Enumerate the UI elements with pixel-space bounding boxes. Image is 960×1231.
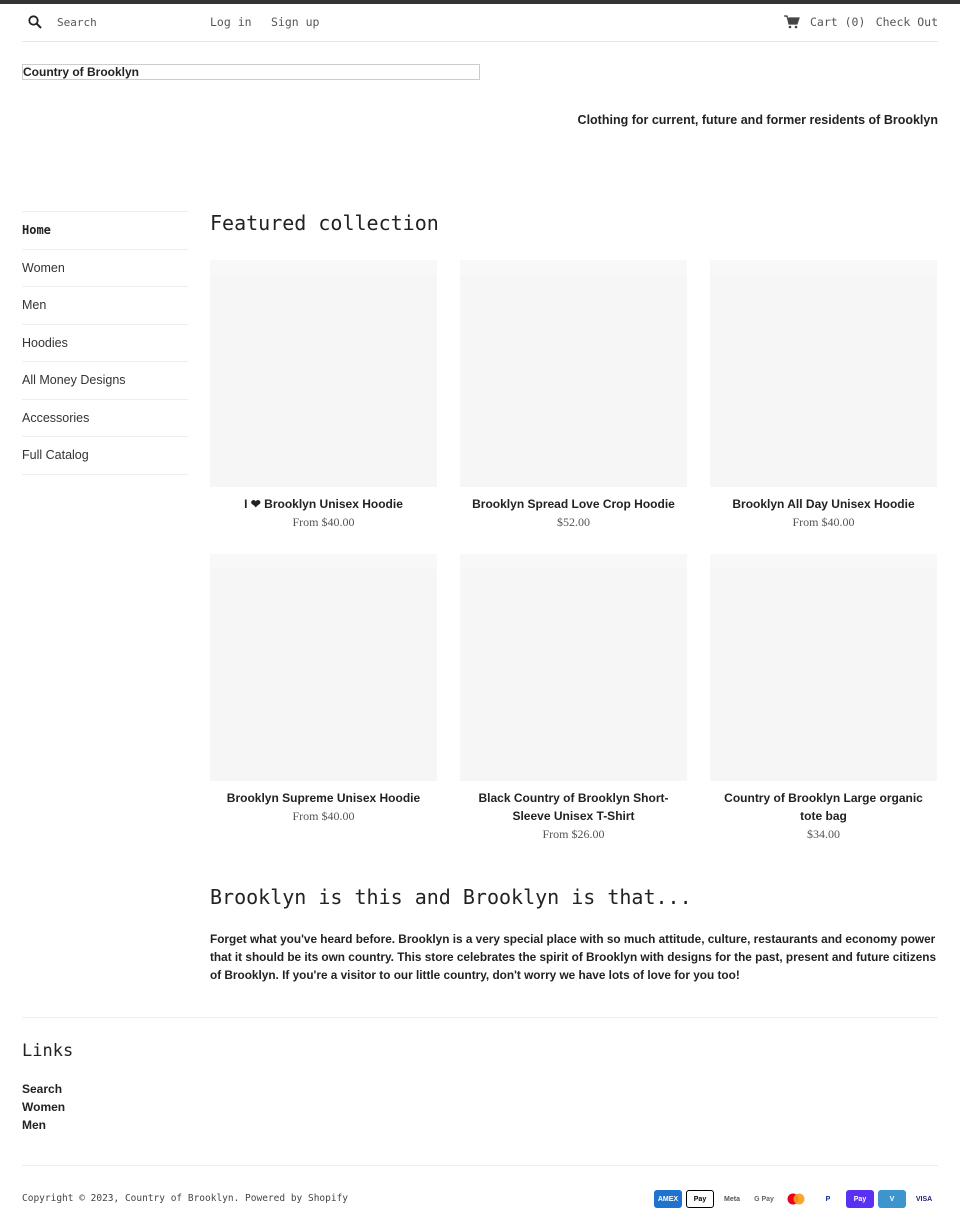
search-icon[interactable] — [28, 15, 42, 29]
product-image[interactable] — [460, 554, 687, 781]
sidebar-item-all-money-designs[interactable]: All Money Designs — [22, 362, 188, 400]
payment-icons: AMEX Pay Meta G Pay P Pay V VISA — [654, 1190, 938, 1208]
footer-links-heading: Links — [22, 1041, 74, 1061]
product-image[interactable] — [710, 260, 937, 487]
product-title[interactable]: Brooklyn All Day Unisex Hoodie — [710, 495, 937, 513]
product-card[interactable]: Country of Brooklyn Large organic tote b… — [710, 554, 937, 843]
footer-link-men[interactable]: Men — [22, 1116, 65, 1134]
search-input[interactable] — [57, 11, 197, 33]
site-header: Log in Sign up Cart (0) Check Out — [22, 4, 938, 42]
product-image[interactable] — [210, 554, 437, 781]
store-logo[interactable]: Country of Brooklyn — [22, 64, 480, 80]
visa-icon: VISA — [910, 1190, 938, 1208]
product-price: From $40.00 — [292, 809, 355, 823]
product-title[interactable]: Brooklyn Supreme Unisex Hoodie — [210, 789, 437, 807]
product-card[interactable]: Black Country of Brooklyn Short-Sleeve U… — [460, 554, 687, 843]
footer-divider — [22, 1165, 938, 1166]
about-text: Forget what you've heard before. Brookly… — [210, 932, 937, 982]
product-price: From $40.00 — [292, 515, 355, 529]
meta-pay-icon: Meta — [718, 1190, 746, 1208]
cart-icon[interactable] — [784, 15, 800, 29]
product-card[interactable]: Brooklyn Spread Love Crop Hoodie $52.00 — [460, 260, 687, 531]
cart-link[interactable]: Cart (0) — [810, 15, 865, 29]
sidebar-item-full-catalog[interactable]: Full Catalog — [22, 437, 188, 475]
sidebar-item-hoodies[interactable]: Hoodies — [22, 325, 188, 362]
product-card[interactable]: I ❤ Brooklyn Unisex Hoodie From $40.00 — [210, 260, 437, 531]
product-price: From $40.00 — [792, 515, 855, 529]
product-card[interactable]: Brooklyn All Day Unisex Hoodie From $40.… — [710, 260, 937, 531]
footer-link-women[interactable]: Women — [22, 1098, 65, 1116]
mastercard-icon — [782, 1190, 810, 1208]
product-title[interactable]: I ❤ Brooklyn Unisex Hoodie — [210, 495, 437, 513]
product-title[interactable]: Country of Brooklyn Large organic tote b… — [710, 789, 937, 825]
product-image[interactable] — [210, 260, 437, 487]
footer-links: Search Women Men — [22, 1080, 65, 1134]
paypal-icon: P — [814, 1190, 842, 1208]
apple-pay-icon: Pay — [686, 1190, 714, 1208]
tagline: Clothing for current, future and former … — [577, 113, 938, 127]
product-title[interactable]: Brooklyn Spread Love Crop Hoodie — [460, 495, 687, 513]
google-pay-icon: G Pay — [750, 1190, 778, 1208]
checkout-link[interactable]: Check Out — [876, 15, 938, 29]
signup-link[interactable]: Sign up — [271, 15, 319, 29]
copyright: Copyright © 2023, Country of Brooklyn. P… — [22, 1193, 349, 1204]
product-price: From $26.00 — [542, 827, 605, 841]
login-link[interactable]: Log in — [210, 15, 252, 29]
footer-divider — [22, 1017, 938, 1018]
product-title[interactable]: Black Country of Brooklyn Short-Sleeve U… — [460, 789, 687, 825]
sidebar-item-women[interactable]: Women — [22, 250, 188, 287]
about-heading: Brooklyn is this and Brooklyn is that... — [210, 885, 692, 909]
venmo-icon: V — [878, 1190, 906, 1208]
footer-link-search[interactable]: Search — [22, 1080, 65, 1098]
sidebar-item-men[interactable]: Men — [22, 287, 188, 325]
product-card[interactable]: Brooklyn Supreme Unisex Hoodie From $40.… — [210, 554, 437, 825]
shop-pay-icon: Pay — [846, 1190, 874, 1208]
product-image[interactable] — [710, 554, 937, 781]
product-price: $52.00 — [557, 515, 590, 529]
sidebar-nav: Home Women Men Hoodies All Money Designs… — [22, 211, 188, 475]
amex-icon: AMEX — [654, 1190, 682, 1208]
product-price: $34.00 — [807, 827, 840, 841]
sidebar-item-accessories[interactable]: Accessories — [22, 400, 188, 437]
sidebar-item-home[interactable]: Home — [22, 212, 188, 250]
featured-heading: Featured collection — [210, 211, 439, 235]
product-image[interactable] — [460, 260, 687, 487]
